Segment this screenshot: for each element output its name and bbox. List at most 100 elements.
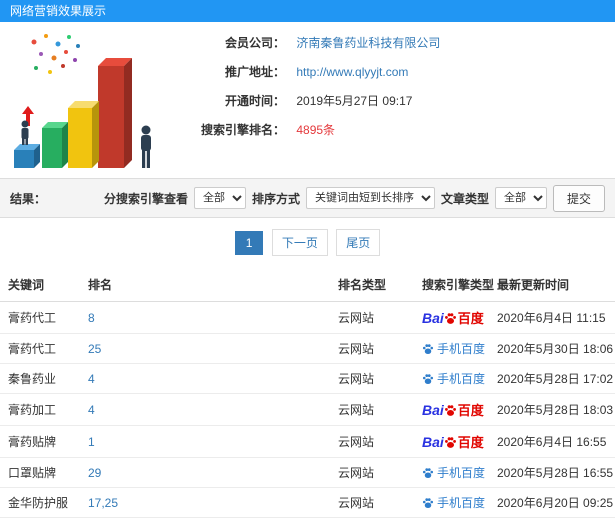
time-cell: 2020年5月28日 18:03 [489, 393, 615, 426]
keyword-cell: 金华防护服 [0, 487, 80, 518]
engine-cell: Bai 百度 [414, 393, 489, 426]
current-page-button[interactable]: 1 [234, 231, 264, 255]
rank-type-cell: 云网站 [330, 301, 414, 334]
article-type-select[interactable]: 全部 [494, 187, 547, 209]
table-body: 膏药代工 8 云网站 Bai 百度 2020年6月4日 11:15 膏药代工 25 云网站 手机百… [0, 301, 615, 520]
rank-link[interactable]: 4 [88, 403, 95, 417]
baidu-mobile-logo: 手机百度 [422, 466, 485, 480]
rank-link[interactable]: 4 [88, 372, 95, 386]
table-row: 口罩贴牌 29 云网站 手机百度 2020年5月28日 16:55 [0, 457, 615, 488]
next-page-button[interactable]: 下一页 [271, 229, 328, 256]
filter-bar: 结果： 分搜索引擎查看 全部 排序方式 关键词由短到长排序 文章类型 全部 提交 [0, 178, 615, 218]
header-engine-type: 搜索引擎类型 [414, 268, 494, 302]
table-header-row: 关键词 排名 排名类型 搜索引擎类型 最新更新时间 [0, 268, 615, 302]
engine-cell: 手机百度 [414, 333, 489, 364]
rank-link[interactable]: 8 [88, 311, 95, 325]
time-cell: 2020年6月4日 11:15 [489, 301, 615, 334]
rank-cell: 4 [80, 393, 330, 426]
rank-link[interactable]: 29 [88, 466, 101, 480]
baidu-mobile-label: 手机百度 [437, 466, 486, 480]
info-row-company: 会员公司： 济南秦鲁药业科技有限公司 [175, 34, 615, 52]
businessman-figure-left [21, 120, 29, 145]
keyword-cell: 膏药代工 [0, 333, 80, 364]
engine-cell: 手机百度 [414, 363, 489, 394]
table-row: 金华防护服 17,25 云网站 手机百度 2020年6月20日 09:25 [0, 487, 615, 518]
rank-cell: 17,25 [80, 487, 330, 518]
rank-link[interactable]: 25 [88, 342, 101, 356]
baidu-mobile-label: 手机百度 [437, 372, 486, 386]
member-info-fields: 会员公司： 济南秦鲁药业科技有限公司 推广地址： http://www.qlyy… [175, 22, 615, 139]
keyword-rank-table: 关键词 排名 排名类型 搜索引擎类型 最新更新时间 膏药代工 8 云网站 Bai 百度 2… [0, 268, 615, 520]
baidu-bai-text: Bai [422, 310, 444, 326]
baidu-bai-text: Bai [422, 434, 444, 450]
filter-controls: 分搜索引擎查看 全部 排序方式 关键词由短到长排序 文章类型 全部 提交 [103, 184, 605, 212]
rank-type-cell: 云网站 [330, 425, 414, 458]
engine-filter-label: 分搜索引擎查看 [103, 191, 188, 206]
table-row: 膏药贴牌 1 云网站 Bai 百度 2020年6月4日 16:55 [0, 425, 615, 458]
member-info-panel: 会员公司： 济南秦鲁药业科技有限公司 推广地址： http://www.qlyy… [0, 22, 615, 178]
rank-type-cell: 云网站 [330, 333, 414, 364]
paw-icon [444, 405, 456, 416]
header-rank: 排名 [80, 268, 330, 302]
engine-cell: 手机百度 [414, 457, 489, 488]
rank-cell: 4 [80, 363, 330, 394]
paw-icon [422, 468, 434, 478]
keyword-cell: 秦鲁药业 [0, 363, 80, 394]
baidu-mobile-label: 手机百度 [437, 342, 486, 356]
article-type-label: 文章类型 [440, 191, 489, 206]
time-cell: 2020年5月28日 16:55 [489, 457, 615, 488]
baidu-mobile-logo: 手机百度 [422, 342, 485, 356]
rank-type-cell: 云网站 [330, 457, 414, 488]
submit-button[interactable]: 提交 [552, 184, 605, 212]
time-cell: 2020年5月28日 17:02 [489, 363, 615, 394]
last-page-button[interactable]: 尾页 [336, 229, 381, 256]
keyword-cell: 膏药加工 [0, 393, 80, 426]
engine-cell: 手机百度 [414, 487, 489, 518]
bar-chart-clipart-image [14, 34, 151, 168]
rank-cell: 1 [80, 425, 330, 458]
rank-link[interactable]: 1 [88, 435, 95, 449]
rank-type-cell: 云网站 [330, 487, 414, 518]
time-cell: 2020年5月30日 18:06 [489, 333, 615, 364]
paw-icon [422, 344, 434, 354]
keyword-cell: 口罩贴牌 [0, 457, 80, 488]
time-cell: 2020年6月4日 16:55 [489, 425, 615, 458]
engine-cell: Bai 百度 [414, 301, 489, 334]
promo-url-link[interactable]: http://www.qlyyjt.com [296, 65, 408, 79]
table-row: 秦鲁药业 4 云网站 手机百度 2020年5月28日 17:02 [0, 363, 615, 394]
header-keyword: 关键词 [0, 268, 80, 302]
title-bar: 网络营销效果展示 [0, 0, 615, 22]
table-row: 膏药代工 25 云网站 手机百度 2020年5月30日 18:06 [0, 333, 615, 364]
baidu-cn-text: 百度 [457, 403, 484, 418]
header-rank-type: 排名类型 [330, 268, 414, 302]
engine-filter-select[interactable]: 全部 [193, 187, 246, 209]
rank-link[interactable]: 17,25 [88, 496, 118, 510]
baidu-cn-text: 百度 [457, 435, 484, 450]
baidu-mobile-label: 手机百度 [437, 496, 486, 510]
info-row-open-time: 开通时间： 2019年5月27日 09:17 [175, 92, 615, 110]
rank-type-cell: 云网站 [330, 363, 414, 394]
open-time-label: 开通时间： [224, 94, 285, 108]
sort-label: 排序方式 [251, 191, 300, 206]
rank-cell: 25 [80, 333, 330, 364]
baidu-bai-text: Bai [422, 402, 444, 418]
table-row: 膏药加工 4 云网站 Bai 百度 2020年5月28日 18:03 [0, 393, 615, 426]
baidu-pc-logo: Bai 百度 [422, 402, 484, 418]
header-update-time: 最新更新时间 [489, 268, 615, 302]
sort-select[interactable]: 关键词由短到长排序 [305, 187, 435, 209]
keyword-cell: 膏药代工 [0, 301, 80, 334]
rank-cell: 29 [80, 457, 330, 488]
paw-icon [422, 498, 434, 508]
baidu-cn-text: 百度 [457, 311, 484, 326]
info-row-url: 推广地址： http://www.qlyyjt.com [175, 63, 615, 81]
time-cell: 2020年6月20日 09:25 [489, 487, 615, 518]
rank-count-value: 4895条 [296, 123, 336, 137]
company-label: 会员公司： [224, 36, 285, 50]
baidu-mobile-logo: 手机百度 [422, 496, 485, 510]
rank-count-label: 搜索引擎排名： [200, 123, 285, 137]
company-link[interactable]: 济南秦鲁药业科技有限公司 [296, 36, 440, 50]
result-label: 结果： [10, 191, 47, 206]
baidu-pc-logo: Bai 百度 [422, 310, 484, 326]
open-time-value: 2019年5月27日 09:17 [296, 94, 413, 108]
promo-url-label: 推广地址： [224, 65, 285, 79]
